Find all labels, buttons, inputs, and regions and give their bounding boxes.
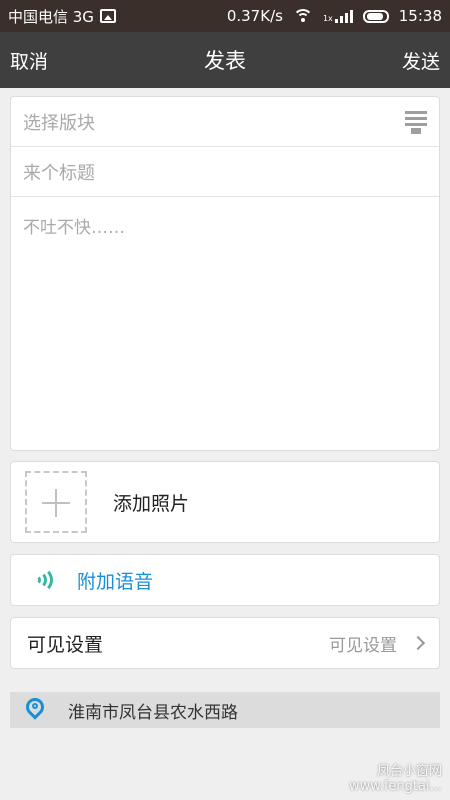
content-textarea[interactable]: 不吐不快…… [11,197,439,254]
visibility-settings-row[interactable]: 可见设置 可见设置 [10,617,440,669]
visibility-label: 可见设置 [27,633,104,656]
wifi-icon [292,9,313,23]
status-bar: 中国电信 3G 0.37K/s 1x 15:38 [0,0,450,32]
title-placeholder: 来个标题 [23,162,95,184]
location-bar[interactable]: 淮南市凤台县农水西路 [10,692,440,728]
signal-type-label: 1x [322,14,333,23]
clock: 15:38 [398,7,442,25]
title-input[interactable]: 来个标题 [11,147,439,197]
chevron-right-icon [410,635,426,651]
network-speed: 0.37K/s [226,7,283,25]
add-photo-label: 添加照片 [113,492,190,515]
section-selector[interactable]: 选择版块 [11,97,439,147]
app-header: 取消 发表 发送 [0,32,450,88]
attach-voice-row[interactable]: 附加语音 [10,554,440,606]
visibility-value: 可见设置 [329,635,397,656]
carrier-text: 中国电信 3G [8,7,94,26]
image-notification-icon [99,9,116,23]
cancel-button[interactable]: 取消 [10,47,48,74]
sound-wave-icon [29,566,57,594]
send-button[interactable]: 发送 [402,47,440,74]
section-placeholder: 选择版块 [23,112,95,134]
watermark: 凤台小窗网 www.fengtai... [349,764,442,794]
watermark-line1: 凤台小窗网 [376,764,442,779]
location-pin-icon [24,697,46,723]
compose-card: 选择版块 来个标题 不吐不快…… [10,96,440,451]
watermark-line2: www.fengtai... [349,779,442,794]
add-photo-plus-icon[interactable] [25,471,87,533]
add-photo-row[interactable]: 添加照片 [10,461,440,543]
page-title: 发表 [204,49,246,73]
content-placeholder: 不吐不快…… [23,218,125,238]
dropdown-menu-icon[interactable] [405,109,427,135]
battery-icon [362,9,389,23]
signal-icon [334,9,353,23]
attach-voice-label: 附加语音 [77,570,154,593]
location-text: 淮南市凤台县农水西路 [68,702,238,723]
